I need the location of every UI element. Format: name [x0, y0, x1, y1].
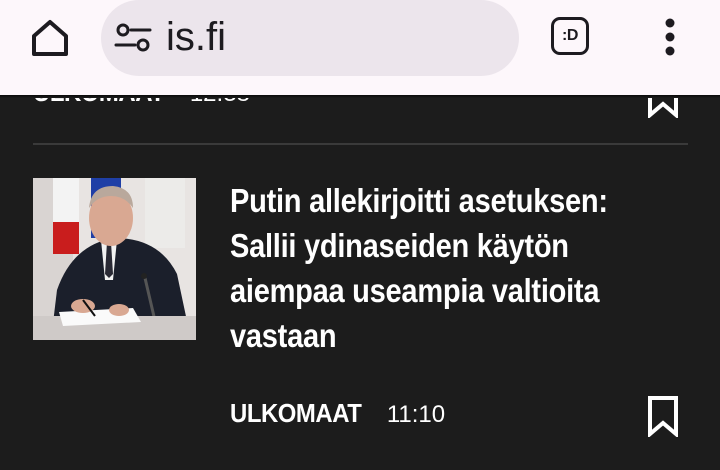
bookmark-icon[interactable]	[646, 395, 680, 437]
toolbar-shadow	[0, 95, 720, 98]
article-time: 11:10	[386, 401, 446, 428]
article-divider	[33, 143, 688, 145]
browser-toolbar: is.fi :D	[0, 0, 720, 95]
more-vert-icon[interactable]	[656, 16, 684, 58]
article-thumbnail[interactable]	[33, 178, 196, 340]
article-category[interactable]: ULKOMAAT	[230, 398, 362, 429]
address-bar[interactable]	[101, 0, 519, 76]
extension-button[interactable]: :D	[551, 17, 589, 55]
tune-icon[interactable]	[114, 20, 152, 56]
article-meta: ULKOMAAT 11:10	[230, 398, 445, 429]
article-headline[interactable]: Putin allekirjoitti asetuksen: Sallii yd…	[230, 178, 644, 358]
home-icon[interactable]	[26, 14, 74, 62]
extension-label: :D	[562, 27, 578, 44]
url-text[interactable]: is.fi	[166, 12, 226, 62]
